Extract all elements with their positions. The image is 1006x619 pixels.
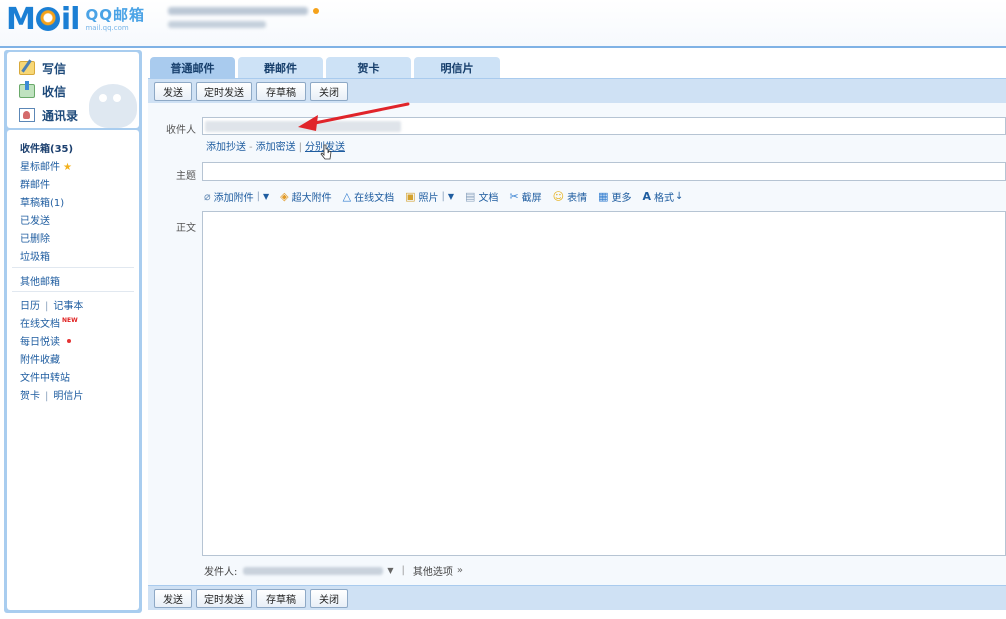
top-toolbar: 发送 定时发送 存草稿 关闭 xyxy=(148,78,1006,103)
recipient-chip[interactable] xyxy=(205,121,401,132)
calendar-link[interactable]: 日历 xyxy=(20,301,40,312)
save-draft-button[interactable]: 存草稿 xyxy=(256,589,306,608)
tab-group-mail[interactable]: 群邮件 xyxy=(238,57,323,78)
folder-starred[interactable]: 星标邮件 ★ xyxy=(20,158,72,173)
sender-address xyxy=(243,566,384,575)
format-toggle-icon: ↓ xyxy=(675,191,684,202)
star-icon: ★ xyxy=(63,162,72,173)
status-dot-icon xyxy=(313,8,319,14)
photo-button[interactable]: ▣ 照片 | ▼ xyxy=(405,189,454,204)
other-options-link[interactable]: 其他选项 xyxy=(413,563,453,578)
format-button[interactable]: A 格式 ↓ xyxy=(643,189,684,204)
folder-divider xyxy=(12,291,134,292)
folder-spam[interactable]: 垃圾箱 xyxy=(20,248,50,263)
account-info xyxy=(168,7,319,28)
compose-area: 普通邮件 群邮件 贺卡 明信片 发送 定时发送 存草稿 关闭 收件人 添加抄送 -… xyxy=(146,50,1006,613)
document-button[interactable]: ▤ 文档 xyxy=(465,189,498,204)
folder-sent[interactable]: 已发送 xyxy=(20,212,50,227)
app-header: Mil QQ邮箱 mail.qq.com xyxy=(0,0,1006,46)
folder-group[interactable]: 群邮件 xyxy=(20,176,50,191)
to-label: 收件人 xyxy=(166,125,196,136)
receive-button[interactable]: 收信 xyxy=(19,81,66,101)
big-attachment-icon: ◈ xyxy=(280,190,289,203)
recipient-input[interactable] xyxy=(202,117,1006,135)
calendar-notebook-row: 日历 | 记事本 xyxy=(20,301,84,312)
tab-postcard[interactable]: 明信片 xyxy=(414,57,500,78)
logo-mail-wordmark: Mil xyxy=(6,2,80,37)
from-label: 发件人: xyxy=(204,567,238,578)
subject-input[interactable] xyxy=(202,162,1006,181)
compose-form: 收件人 添加抄送-添加密送|分别发送 主题 ⌀添加附件|▼ ◈超大附件 △在线文… xyxy=(148,103,1006,588)
bottom-toolbar: 发送 定时发送 存草稿 关闭 xyxy=(148,585,1006,610)
receive-icon xyxy=(19,81,35,98)
tab-normal-mail[interactable]: 普通邮件 xyxy=(150,57,235,78)
send-button[interactable]: 发送 xyxy=(154,82,192,101)
qq-mail-logo[interactable]: Mil QQ邮箱 mail.qq.com xyxy=(6,3,145,37)
postcard-link[interactable]: 明信片 xyxy=(53,391,83,402)
online-doc-icon: △ xyxy=(342,190,352,203)
format-icon: A xyxy=(642,190,652,203)
big-attachment-button[interactable]: ◈ 超大附件 xyxy=(280,189,331,204)
greeting-card-link[interactable]: 贺卡 xyxy=(20,391,40,402)
scheduled-send-button[interactable]: 定时发送 xyxy=(196,82,252,101)
header-divider xyxy=(0,46,1006,48)
penguin-mascot-icon xyxy=(89,84,137,128)
body-editor[interactable] xyxy=(202,211,1006,556)
add-attachment-button[interactable]: ⌀ 添加附件 | ▼ xyxy=(204,189,269,204)
chevron-down-icon[interactable]: ▼ xyxy=(448,192,454,201)
screenshot-button[interactable]: ✂ 截屏 xyxy=(509,189,541,204)
online-docs-link[interactable]: 在线文档 NEW xyxy=(20,315,78,330)
send-button[interactable]: 发送 xyxy=(154,589,192,608)
logo-o-icon xyxy=(35,7,60,31)
unread-dot-icon xyxy=(67,339,71,343)
folder-drafts[interactable]: 草稿箱(1) xyxy=(20,194,64,209)
mouse-cursor-icon xyxy=(320,144,332,160)
daily-read-link[interactable]: 每日悦读 xyxy=(20,333,71,348)
folder-divider xyxy=(12,267,134,268)
subject-label: 主题 xyxy=(176,171,196,182)
body-label: 正文 xyxy=(176,223,196,234)
new-badge: NEW xyxy=(62,317,78,324)
emoji-button[interactable]: ☺ 表情 xyxy=(553,189,587,204)
contacts-button[interactable]: 通讯录 xyxy=(19,105,78,125)
save-draft-button[interactable]: 存草稿 xyxy=(256,82,306,101)
chevron-down-icon[interactable]: ▼ xyxy=(263,192,269,201)
write-button[interactable]: 写信 xyxy=(19,58,66,78)
sidebar: 写信 收信 通讯录 收件箱(35) 星标邮件 ★ 群邮件 草稿箱(1) 已发送 已… xyxy=(4,50,142,613)
sidebar-actions: 写信 收信 通讯录 xyxy=(7,52,139,128)
sender-chevron-down-icon[interactable]: ▼ xyxy=(387,566,393,575)
logo-qq-text: QQ邮箱 mail.qq.com xyxy=(85,6,145,32)
contacts-icon xyxy=(19,108,35,122)
close-button[interactable]: 关闭 xyxy=(310,82,348,101)
double-chevron-down-icon[interactable]: » xyxy=(457,565,463,576)
notebook-link[interactable]: 记事本 xyxy=(53,301,83,312)
card-postcard-row: 贺卡 | 明信片 xyxy=(20,391,84,402)
add-cc-link[interactable]: 添加抄送 xyxy=(206,142,246,153)
close-button[interactable]: 关闭 xyxy=(310,589,348,608)
add-bcc-link[interactable]: 添加密送 xyxy=(256,142,296,153)
write-icon xyxy=(19,61,35,75)
online-doc-button[interactable]: △ 在线文档 xyxy=(343,189,394,204)
attachment-toolbar: ⌀ 添加附件 | ▼ ◈ 超大附件 △ 在线文档 ▣ 照片 | ▼ ▤ 文档 ✂ 截屏 ☺ 表情 ▦ 更… xyxy=(204,189,694,204)
folder-inbox[interactable]: 收件箱(35) xyxy=(20,140,73,155)
file-transfer-link[interactable]: 文件中转站 xyxy=(20,369,70,384)
paperclip-icon: ⌀ xyxy=(204,190,211,203)
screenshot-icon: ✂ xyxy=(509,190,519,203)
folder-other-mailbox[interactable]: 其他邮箱 xyxy=(20,273,60,288)
folder-list: 收件箱(35) 星标邮件 ★ 群邮件 草稿箱(1) 已发送 已删除 垃圾箱 其他邮… xyxy=(7,130,139,610)
document-icon: ▤ xyxy=(465,190,476,203)
more-icon: ▦ xyxy=(598,190,609,203)
scheduled-send-button[interactable]: 定时发送 xyxy=(196,589,252,608)
sender-row: 发件人: ▼ | 其他选项 » xyxy=(204,563,464,578)
photo-icon: ▣ xyxy=(405,190,416,203)
tab-greeting-card[interactable]: 贺卡 xyxy=(326,57,411,78)
attachments-link[interactable]: 附件收藏 xyxy=(20,351,60,366)
folder-deleted[interactable]: 已删除 xyxy=(20,230,50,245)
more-button[interactable]: ▦ 更多 xyxy=(598,189,631,204)
emoji-icon: ☺ xyxy=(552,190,565,203)
